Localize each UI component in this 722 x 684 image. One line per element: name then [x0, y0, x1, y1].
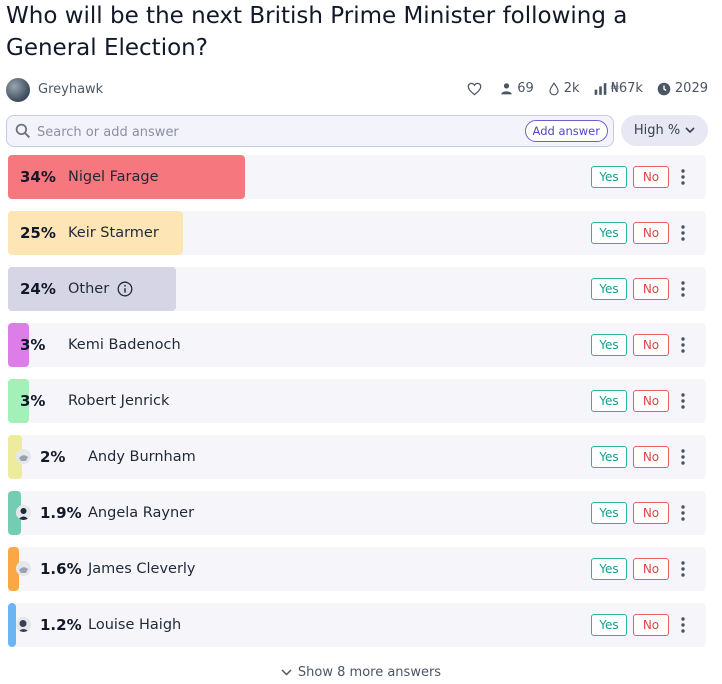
volume-stat[interactable]: ₦67k [594, 81, 643, 96]
more-options-icon[interactable] [676, 335, 690, 355]
more-options-icon[interactable] [676, 503, 690, 523]
answer-row[interactable]: 3% Robert Jenrick Yes No [8, 379, 706, 423]
answer-percentage: 1.6% [40, 560, 82, 578]
answer-row[interactable]: 1.2% Louise Haigh Yes No [8, 603, 706, 647]
answer-row[interactable]: 3% Kemi Badenoch Yes No [8, 323, 706, 367]
yes-button[interactable]: Yes [591, 446, 627, 468]
more-options-icon[interactable] [676, 223, 690, 243]
answer-row[interactable]: 2% Andy Burnham Yes No [8, 435, 706, 479]
more-options-icon[interactable] [676, 167, 690, 187]
bar-chart-icon [594, 82, 606, 95]
clock-icon [657, 82, 671, 95]
add-answer-button[interactable]: Add answer [524, 120, 608, 142]
yes-button[interactable]: Yes [591, 502, 627, 524]
no-button[interactable]: No [633, 390, 669, 412]
answer-avatar [16, 449, 31, 464]
info-icon[interactable] [117, 281, 133, 297]
author-name[interactable]: Greyhawk [38, 82, 103, 97]
yes-button[interactable]: Yes [591, 278, 627, 300]
yes-button[interactable]: Yes [591, 558, 627, 580]
no-button[interactable]: No [633, 166, 669, 188]
yes-button[interactable]: Yes [591, 614, 627, 636]
answers-list: 34% Nigel Farage Yes No 25% Keir Starmer… [8, 155, 706, 659]
yes-button[interactable]: Yes [591, 390, 627, 412]
no-button[interactable]: No [633, 614, 669, 636]
no-button[interactable]: No [633, 502, 669, 524]
answer-row[interactable]: 25% Keir Starmer Yes No [8, 211, 706, 255]
stats-bar: 69 2k ₦67k 2029 [453, 81, 708, 96]
answer-percentage: 2% [40, 448, 66, 466]
search-box: Add answer [6, 115, 614, 147]
answer-avatar [16, 617, 31, 632]
yes-button[interactable]: Yes [591, 166, 627, 188]
answer-name: Andy Burnham [88, 449, 196, 465]
no-button[interactable]: No [633, 446, 669, 468]
answer-row[interactable]: 1.6% James Cleverly Yes No [8, 547, 706, 591]
close-date-stat[interactable]: 2029 [657, 81, 708, 96]
answer-name: Keir Starmer [68, 225, 159, 241]
show-more-label: Show 8 more answers [297, 665, 442, 680]
close-year: 2029 [674, 81, 708, 96]
chevron-down-icon [685, 127, 695, 134]
answer-name: James Cleverly [88, 561, 196, 577]
yes-button[interactable]: Yes [591, 334, 627, 356]
search-icon [15, 123, 31, 139]
search-input[interactable] [35, 121, 519, 143]
author-avatar[interactable] [6, 78, 30, 102]
answer-name: Other [68, 281, 110, 297]
more-options-icon[interactable] [676, 279, 690, 299]
answer-percentage: 24% [20, 280, 56, 298]
answer-row[interactable]: 1.9% Angela Rayner Yes No [8, 491, 706, 535]
answer-percentage: 3% [20, 336, 46, 354]
answer-avatar [16, 561, 31, 576]
no-button[interactable]: No [633, 334, 669, 356]
more-options-icon[interactable] [676, 615, 690, 635]
no-button[interactable]: No [633, 278, 669, 300]
probability-bar [8, 603, 16, 647]
answer-percentage: 34% [20, 168, 56, 186]
no-button[interactable]: No [633, 222, 669, 244]
answer-name: Louise Haigh [88, 617, 182, 633]
answer-name: Kemi Badenoch [68, 337, 181, 353]
more-options-icon[interactable] [676, 447, 690, 467]
more-options-icon[interactable] [676, 391, 690, 411]
sort-label: High % [633, 123, 681, 138]
answer-avatar [16, 505, 31, 520]
volume-value: ₦67k [610, 81, 643, 96]
show-more-button[interactable]: Show 8 more answers [0, 665, 722, 680]
yes-button[interactable]: Yes [591, 222, 627, 244]
answer-name: Nigel Farage [68, 169, 159, 185]
user-icon [501, 83, 512, 95]
answer-name: Angela Rayner [88, 505, 195, 521]
answer-percentage: 1.2% [40, 616, 82, 634]
answer-row[interactable]: 34% Nigel Farage Yes No [8, 155, 706, 199]
more-options-icon[interactable] [676, 559, 690, 579]
traders-count: 69 [517, 81, 534, 96]
droplet-icon [549, 81, 559, 95]
answer-percentage: 25% [20, 224, 56, 242]
answer-name: Robert Jenrick [68, 393, 170, 409]
follow-button[interactable] [467, 82, 486, 96]
answer-percentage: 1.9% [40, 504, 82, 522]
answer-row[interactable]: 24% Other Yes No [8, 267, 706, 311]
question-meta: Greyhawk 69 2k ₦67k 2029 [6, 78, 708, 104]
chevron-down-icon [281, 669, 292, 676]
traders-stat[interactable]: 69 [500, 81, 534, 96]
heart-icon [467, 82, 482, 95]
liquidity-stat[interactable]: 2k [548, 81, 580, 96]
question-title: Who will be the next British Prime Minis… [6, 3, 628, 61]
no-button[interactable]: No [633, 558, 669, 580]
sort-dropdown[interactable]: High % [621, 115, 708, 146]
answer-name-wrapper: Other [68, 267, 133, 311]
answer-percentage: 3% [20, 392, 46, 410]
liquidity-value: 2k [563, 81, 580, 96]
